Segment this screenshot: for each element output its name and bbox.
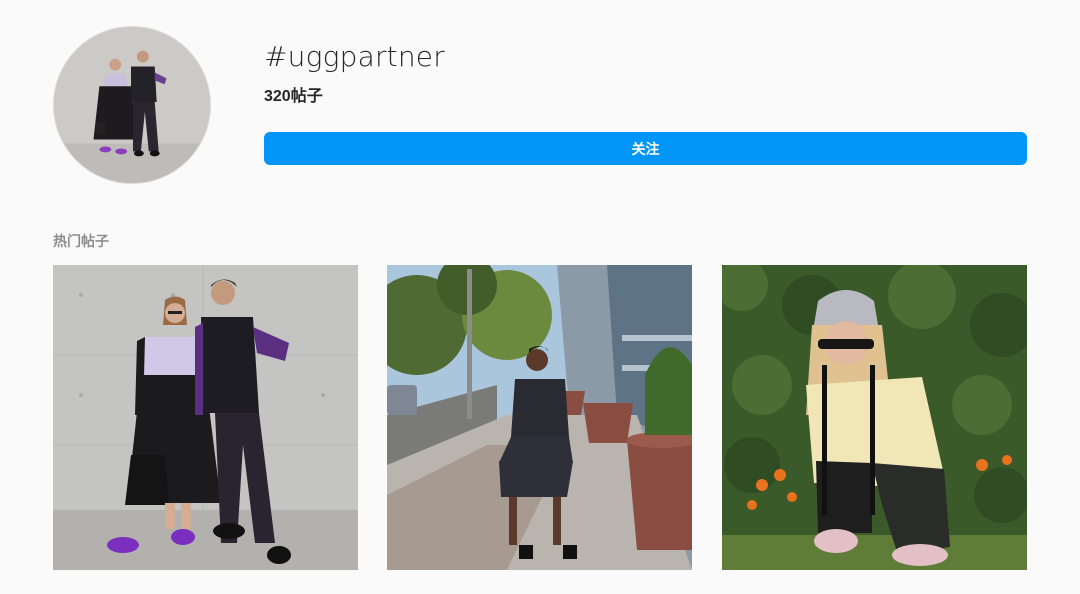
avatar-photo	[54, 27, 210, 183]
hashtag-avatar	[53, 26, 211, 184]
follow-button[interactable]: 关注	[264, 132, 1027, 165]
post-thumbnail[interactable]	[387, 265, 692, 570]
top-posts-heading: 热门帖子	[53, 233, 109, 249]
post-count: 320帖子	[264, 88, 323, 105]
post-photo	[53, 265, 358, 570]
hashtag-title: #uggpartner	[264, 40, 445, 73]
post-thumbnail[interactable]	[53, 265, 358, 570]
post-photo	[387, 265, 692, 570]
hashtag-page: #uggpartner 320帖子 关注 热门帖子	[0, 0, 1080, 594]
post-thumbnail[interactable]	[722, 265, 1027, 570]
post-photo	[722, 265, 1027, 570]
